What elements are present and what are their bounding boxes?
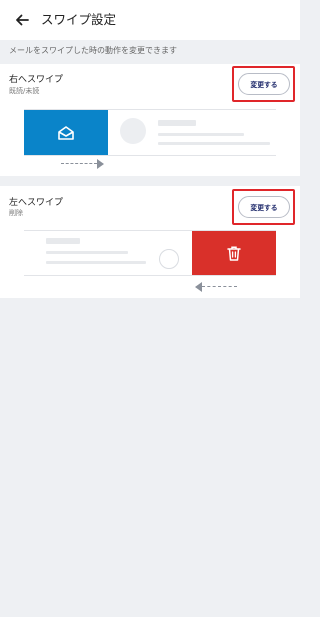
text-placeholder [158, 142, 270, 145]
trash-icon [227, 245, 241, 261]
swipe-direction-arrow [61, 163, 97, 164]
avatar-placeholder [159, 249, 179, 269]
text-placeholder [158, 120, 196, 126]
right-swipe-title: 右へスワイプ [9, 75, 64, 85]
text-placeholder [46, 261, 146, 264]
text-placeholder [46, 238, 80, 244]
page-description: メールをスワイプした時の動作を変更できます [9, 46, 177, 55]
envelope-open-icon [58, 125, 74, 140]
delete-action-tile [192, 231, 276, 275]
arrow-right-icon [97, 159, 104, 169]
right-swipe-change-button[interactable]: 変更する [238, 73, 290, 95]
preview-divider [24, 155, 276, 156]
right-swipe-action-label: 既読/未読 [9, 87, 40, 95]
app-bar: スワイプ設定 [0, 0, 300, 40]
back-button[interactable] [8, 6, 36, 34]
swipe-direction-arrow [202, 286, 237, 287]
preview-divider [24, 275, 276, 276]
arrow-left-icon [16, 14, 29, 26]
avatar-placeholder [120, 118, 146, 144]
read-unread-action-tile [24, 110, 108, 155]
arrow-left-icon [195, 282, 202, 292]
left-swipe-action-label: 削除 [9, 209, 23, 217]
page-title: スワイプ設定 [41, 12, 117, 27]
left-swipe-change-button[interactable]: 変更する [238, 196, 290, 218]
left-swipe-section: 左へスワイプ 削除 変更する [0, 186, 300, 298]
text-placeholder [46, 251, 128, 254]
left-swipe-title: 左へスワイプ [9, 198, 64, 208]
right-swipe-section: 右へスワイプ 既読/未読 変更する [0, 64, 300, 176]
text-placeholder [158, 133, 244, 136]
